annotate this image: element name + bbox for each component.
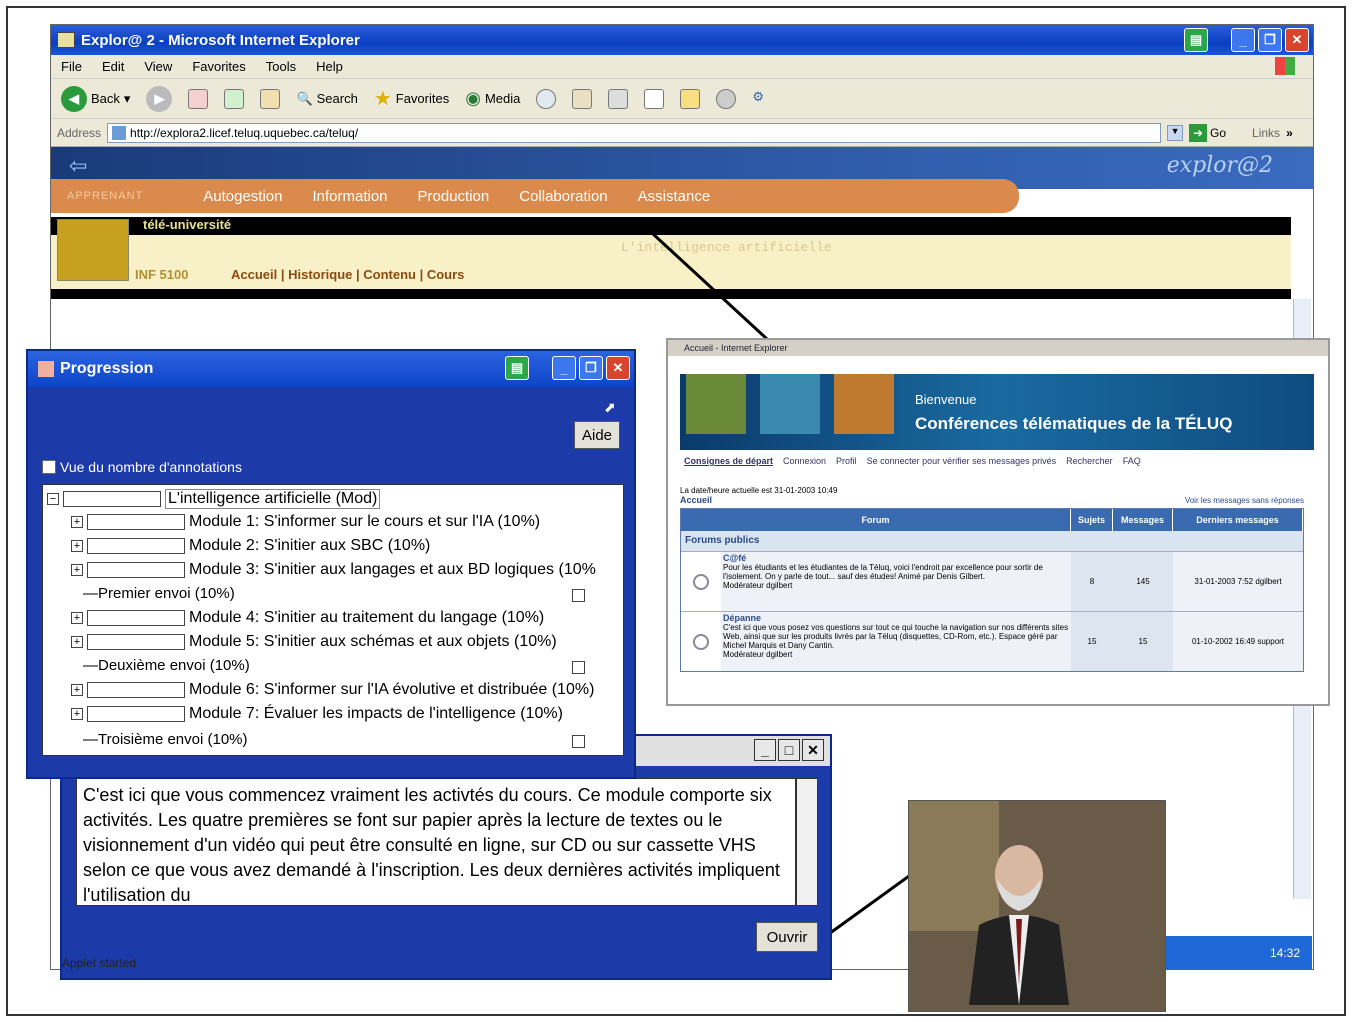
expand-icon[interactable]: + — [71, 708, 83, 720]
activity-description: C'est ici que vous commencez vraiment le… — [76, 778, 796, 906]
col-posts: Messages — [1113, 509, 1173, 531]
open-button[interactable]: Ouvrir — [756, 922, 818, 952]
conference-window: Accueil - Internet Explorer Bienvenue Co… — [666, 338, 1330, 706]
forum-row[interactable]: C@fé Pour les étudiants et les étudiantes… — [681, 551, 1303, 611]
envoi-checkbox[interactable] — [572, 589, 585, 602]
progress-box — [87, 634, 185, 650]
conference-title-bar: Accueil - Internet Explorer — [668, 340, 1328, 356]
progress-box — [87, 682, 185, 698]
link-rechercher[interactable]: Rechercher — [1066, 456, 1113, 466]
annotations-toggle[interactable]: Vue du nombre d'annotations — [42, 459, 242, 475]
col-last: Derniers messages — [1173, 509, 1303, 531]
applet-status: Applet started — [62, 956, 137, 970]
progress-box — [63, 491, 161, 507]
conference-heading: Conférences télématiques de la TÉLUQ — [915, 414, 1233, 433]
forum-table-header: Forum Sujets Messages Derniers messages — [681, 509, 1303, 531]
conference-links: Consignes de départ Connexion Profil Se … — [684, 456, 1141, 466]
tree-module[interactable]: + Module 4: S'initier au traitement du la… — [71, 609, 544, 627]
tree-envoi[interactable]: — Deuxième envoi (10%) — [83, 657, 250, 674]
progression-tree: − L'intelligence artificielle (Mod) + Modu… — [42, 484, 624, 756]
minimize-button[interactable]: _ — [754, 739, 776, 761]
expand-icon[interactable]: + — [71, 684, 83, 696]
tree-module[interactable]: + Module 2: S'initier aux SBC (10%) — [71, 537, 430, 555]
forum-name[interactable]: Dépanne — [723, 613, 761, 623]
forum-table: Forum Sujets Messages Derniers messages … — [680, 508, 1304, 672]
col-topics: Sujets — [1071, 509, 1113, 531]
last-post: 31-01-2003 7:52 dgilbert — [1173, 552, 1303, 611]
forum-status-icon — [681, 612, 721, 671]
posts-count: 15 — [1113, 612, 1173, 671]
last-post: 01-10-2002 16:49 support — [1173, 612, 1303, 671]
topics-count: 8 — [1071, 552, 1113, 611]
home-link[interactable]: Accueil — [680, 495, 712, 505]
progression-icon — [38, 361, 54, 377]
progress-box — [87, 538, 185, 554]
expand-icon[interactable]: + — [71, 540, 83, 552]
export-icon[interactable]: ⬈ — [604, 399, 616, 416]
tree-module[interactable]: + Module 5: S'initier aux schémas et aux … — [71, 633, 557, 651]
expand-icon[interactable]: + — [71, 516, 83, 528]
link-profil[interactable]: Profil — [836, 456, 857, 466]
tree-envoi[interactable]: — Premier envoi (10%) — [83, 585, 235, 602]
collapse-icon[interactable]: − — [47, 493, 59, 505]
tree-module[interactable]: + Module 3: S'initier aux langages et aux… — [71, 561, 596, 579]
printer-icon[interactable]: ▤ — [505, 356, 529, 380]
photo-3 — [834, 374, 894, 434]
annotations-checkbox[interactable] — [42, 460, 56, 474]
expand-icon[interactable]: + — [71, 564, 83, 576]
maximize-button[interactable]: □ — [778, 739, 800, 761]
close-button[interactable]: ✕ — [606, 356, 630, 380]
tree-module[interactable]: + Module 7: Évaluer les impacts de l'inte… — [71, 705, 563, 723]
tree-module[interactable]: + Module 1: S'informer sur le cours et su… — [71, 513, 540, 531]
expand-icon[interactable]: + — [71, 612, 83, 624]
help-button[interactable]: Aide — [574, 421, 620, 449]
envoi-checkbox[interactable] — [572, 661, 585, 674]
forum-name[interactable]: C@fé — [723, 553, 746, 563]
link-faq[interactable]: FAQ — [1123, 456, 1141, 466]
posts-count: 145 — [1113, 552, 1173, 611]
welcome-text: Bienvenue — [915, 392, 977, 407]
photo-1 — [686, 374, 746, 434]
tree-envoi[interactable]: — Troisième envoi (10%) — [83, 731, 248, 748]
tree-module[interactable]: + Module 6: S'informer sur l'IA évolutive… — [71, 681, 594, 699]
progression-window: Progression ▤ _ ❐ ✕ ⬈ Aide Vue du nombre… — [26, 349, 636, 779]
conference-banner: Bienvenue Conférences télématiques de la… — [680, 374, 1314, 450]
current-date: La date/heure actuelle est 31-01-2003 10… — [680, 486, 838, 495]
expand-icon[interactable]: + — [71, 636, 83, 648]
progress-box — [87, 610, 185, 626]
progress-box — [87, 706, 185, 722]
progress-box — [87, 514, 185, 530]
section-title: Forums publics — [681, 531, 1303, 551]
progress-box — [87, 562, 185, 578]
progression-title-bar: Progression ▤ _ ❐ ✕ — [28, 351, 634, 387]
forum-status-icon — [681, 552, 721, 611]
maximize-button[interactable]: ❐ — [579, 356, 603, 380]
close-button[interactable]: ✕ — [802, 739, 824, 761]
topics-count: 15 — [1071, 612, 1113, 671]
photo-2 — [760, 374, 820, 434]
link-connexion[interactable]: Connexion — [783, 456, 826, 466]
minimize-button[interactable]: _ — [552, 356, 576, 380]
text-scrollbar[interactable] — [796, 778, 818, 906]
tree-root[interactable]: − L'intelligence artificielle (Mod) — [47, 489, 381, 509]
link-consignes[interactable]: Consignes de départ — [684, 456, 773, 466]
presenter-image — [969, 845, 1069, 1005]
video-frame[interactable] — [908, 800, 1166, 1012]
forum-row[interactable]: Dépanne C'est ici que vous posez vos ques… — [681, 611, 1303, 671]
envoi-checkbox[interactable] — [572, 735, 585, 748]
col-forum: Forum — [681, 509, 1071, 531]
unanswered-link[interactable]: Voir les messages sans réponses — [1185, 496, 1304, 505]
link-messages[interactable]: Se connecter pour vérifier ses messages … — [867, 456, 1057, 466]
